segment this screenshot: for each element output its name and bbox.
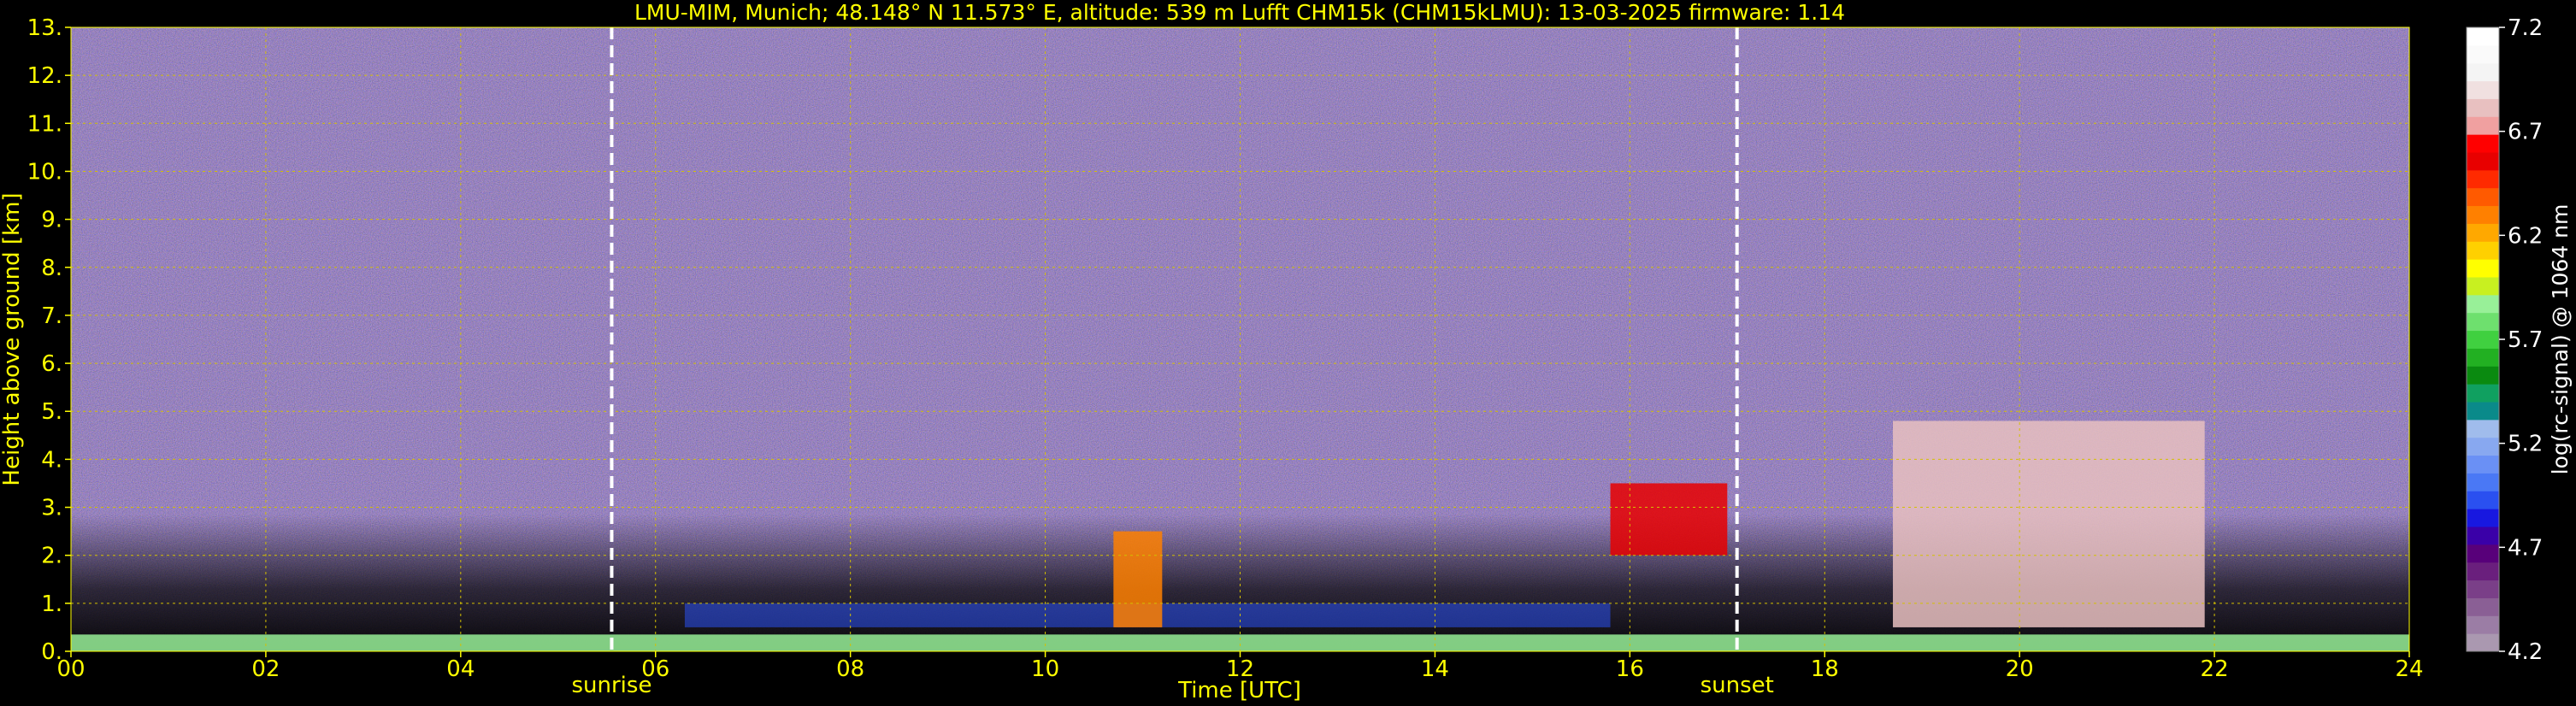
colorbar-band-27	[2467, 152, 2499, 171]
ceilometer-chart: LMU-MIM, Munich; 48.148° N 11.573° E, al…	[0, 0, 2573, 703]
colorbar-band-6	[2467, 527, 2499, 545]
colorbar-band-18	[2467, 312, 2499, 332]
colorbar-band-8	[2467, 491, 2499, 509]
feature-cloud-4	[1893, 421, 2205, 627]
colorbar-band-28	[2467, 134, 2499, 153]
y-tick-label-5: 5.	[41, 399, 62, 425]
x-tick-label-4: 08	[836, 656, 864, 682]
colorbar-band-9	[2467, 473, 2499, 491]
x-tick-label-12: 24	[2395, 656, 2423, 682]
y-tick-label-11: 11.	[27, 111, 62, 137]
x-tick-label-1: 02	[251, 656, 280, 682]
feature-cloud-2	[1113, 531, 1163, 627]
colorbar-band-5	[2467, 544, 2499, 563]
colorbar-band-1	[2467, 615, 2499, 634]
y-tick-label-6: 6.	[41, 351, 62, 377]
y-tick-label-3: 3.	[41, 496, 62, 521]
sunrise-label: sunrise	[571, 673, 651, 698]
colorbar-band-26	[2467, 169, 2499, 189]
y-tick-label-2: 2.	[41, 544, 62, 569]
colorbar-tick-label-5: 6.7	[2508, 120, 2543, 145]
colorbar-band-13	[2467, 402, 2499, 421]
colorbar-band-15	[2467, 366, 2499, 385]
colorbar-band-33	[2467, 44, 2499, 64]
feature-surface-layer-0	[71, 634, 2409, 651]
colorbar-band-25	[2467, 187, 2499, 207]
colorbar-band-21	[2467, 259, 2499, 278]
colorbar-tick-label-4: 6.2	[2508, 223, 2543, 249]
y-tick-label-1: 1.	[41, 591, 62, 617]
colorbar-band-16	[2467, 348, 2499, 367]
colorbar-tick-label-3: 5.7	[2508, 327, 2543, 353]
colorbar-band-17	[2467, 330, 2499, 349]
colorbar-band-3	[2467, 580, 2499, 598]
colorbar-tick-label-2: 5.2	[2508, 432, 2543, 457]
x-tick-label-9: 18	[1811, 656, 1839, 682]
colorbar-band-10	[2467, 455, 2499, 474]
colorbar-label: log(rc-signal) @ 1064 nm	[2548, 204, 2573, 475]
y-tick-label-12: 12.	[27, 63, 62, 89]
x-tick-label-8: 16	[1616, 656, 1644, 682]
colorbar-band-23	[2467, 223, 2499, 242]
colorbar: 4.2 4.7 5.2 5.7 6.2 6.7 7.2 log(rc-signal) @ 1…	[2466, 15, 2573, 665]
colorbar-band-0	[2467, 633, 2499, 652]
colorbar-band-22	[2467, 241, 2499, 260]
colorbar-band-19	[2467, 294, 2499, 314]
colorbar-band-4	[2467, 562, 2499, 581]
y-tick-label-7: 7.	[41, 303, 62, 329]
x-tick-label-7: 14	[1421, 656, 1449, 682]
colorbar-band-34	[2467, 27, 2499, 46]
y-tick-label-9: 9.	[41, 208, 62, 233]
y-tick-label-10: 10.	[27, 159, 62, 185]
colorbar-band-30	[2467, 98, 2499, 117]
feature-cloud-3	[1610, 483, 1728, 556]
y-axis-ticks: 0.1.2.3.4.5.6.7.8.9.10.11.12.13.	[27, 15, 71, 665]
y-axis-label: Height above ground [km]	[0, 192, 25, 485]
colorbar-bands	[2467, 27, 2499, 652]
x-tick-label-10: 20	[2006, 656, 2034, 682]
colorbar-band-32	[2467, 62, 2499, 82]
y-tick-label-8: 8.	[41, 256, 62, 281]
colorbar-ticks: 4.2 4.7 5.2 5.7 6.2 6.7 7.2	[2499, 15, 2543, 665]
x-tick-label-5: 10	[1031, 656, 1059, 682]
colorbar-band-31	[2467, 80, 2499, 99]
colorbar-band-2	[2467, 597, 2499, 616]
sunset-label: sunset	[1701, 673, 1774, 698]
colorbar-tick-label-0: 4.2	[2508, 639, 2543, 665]
colorbar-band-11	[2467, 437, 2499, 456]
x-tick-label-11: 22	[2201, 656, 2229, 682]
y-tick-label-4: 4.	[41, 447, 62, 473]
x-tick-label-2: 04	[446, 656, 475, 682]
x-tick-label-0: 00	[56, 656, 85, 682]
colorbar-band-29	[2467, 116, 2499, 135]
colorbar-band-7	[2467, 509, 2499, 527]
x-axis-label: Time [UTC]	[1177, 678, 1301, 703]
plot-area	[70, 26, 2410, 652]
chart-title: LMU-MIM, Munich; 48.148° N 11.573° E, al…	[634, 0, 1845, 25]
colorbar-band-14	[2467, 384, 2499, 403]
colorbar-band-20	[2467, 277, 2499, 296]
sun-marker-labels: sunrise sunset	[571, 673, 1773, 698]
y-tick-label-13: 13.	[27, 15, 62, 41]
colorbar-tick-label-6: 7.2	[2508, 15, 2543, 41]
colorbar-band-12	[2467, 419, 2499, 438]
colorbar-tick-label-1: 4.7	[2508, 535, 2543, 561]
colorbar-band-24	[2467, 205, 2499, 224]
